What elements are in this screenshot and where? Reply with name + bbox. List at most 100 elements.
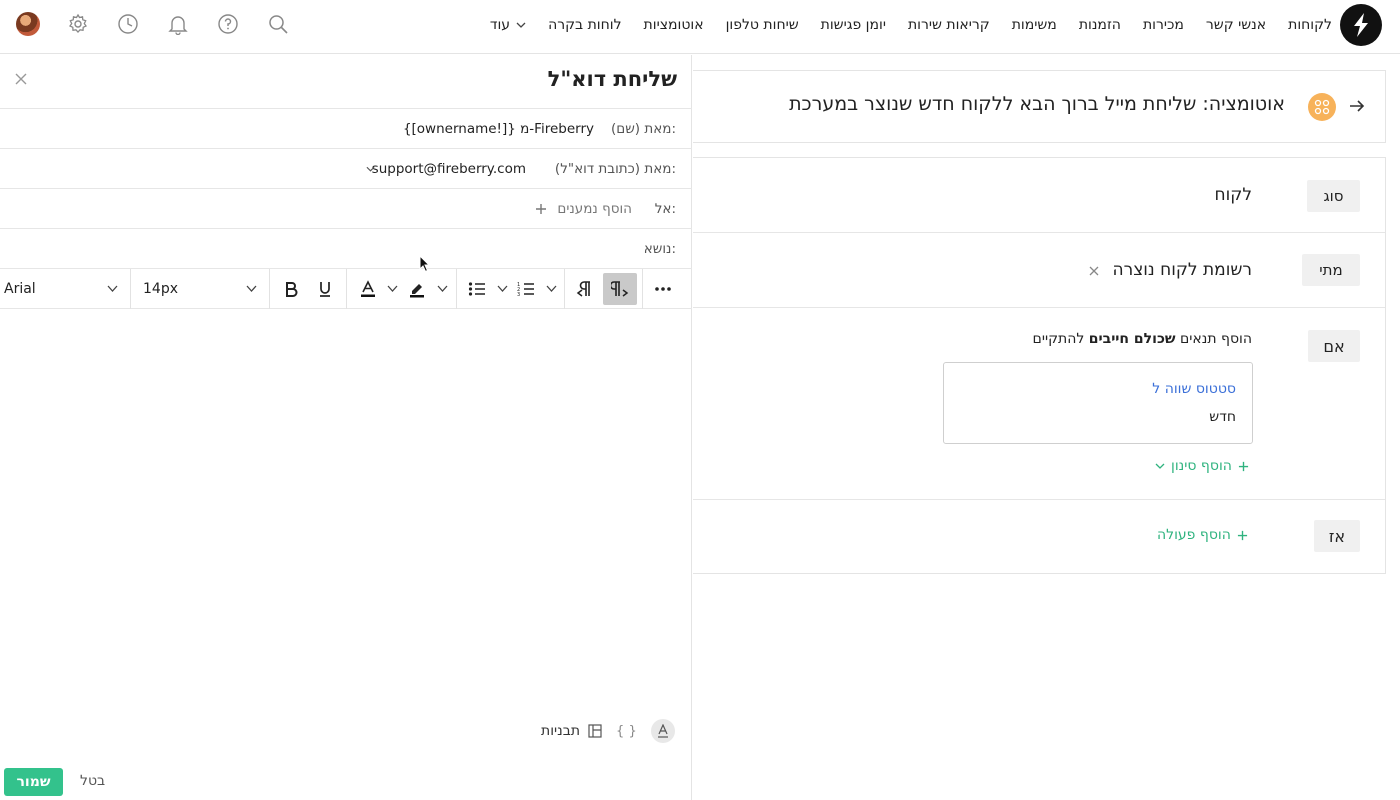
chevron-down-icon: [246, 285, 257, 292]
font-format-icon: [657, 724, 668, 738]
plus-icon: [536, 204, 547, 214]
close-icon[interactable]: [14, 72, 28, 86]
app-root: לקוחות אנשי קשר מכירות הזמנות משימות קרי…: [0, 0, 1400, 800]
email-panel-title: שליחת דוא"ל: [547, 67, 677, 91]
automation-title: אוטומציה: שליחת מייל ברוך הבא ללקוח חדש …: [789, 93, 1285, 115]
nav-item-automations[interactable]: אוטומציות: [644, 17, 704, 33]
bullet-list-button[interactable]: [465, 269, 489, 309]
highlight-color-button[interactable]: [405, 269, 429, 309]
nav-item-phone-calls[interactable]: שיחות טלפון: [726, 17, 799, 33]
chevron-down-icon: [107, 285, 118, 292]
condition-value[interactable]: חדש: [1209, 409, 1236, 425]
lightning-logo-icon: [1354, 13, 1368, 37]
editor-toolbar: Arial 14px 1 2 3: [0, 268, 692, 309]
add-recipients-label: הוסף נמענים: [557, 201, 632, 217]
add-filter-label: הוסף סינון: [1171, 458, 1232, 474]
text-color-dropdown[interactable]: [384, 269, 400, 309]
automation-icon: [1308, 93, 1336, 121]
subject-input[interactable]: [10, 241, 622, 259]
condition-box[interactable]: סטטוס שווה ל חדש: [943, 362, 1253, 444]
font-size-value: 14px: [143, 281, 178, 297]
remove-trigger-icon[interactable]: [1089, 266, 1099, 276]
notifications-button[interactable]: [166, 12, 190, 36]
nav-item-sales[interactable]: מכירות: [1143, 17, 1184, 33]
add-action-button[interactable]: הוסף פעולה: [1157, 527, 1248, 543]
templates-label[interactable]: תבניות: [541, 723, 580, 739]
chevron-down-icon: [516, 22, 526, 28]
add-action-label: הוסף פעולה: [1157, 527, 1231, 543]
nav-item-meetings[interactable]: יומן פגישות: [821, 17, 886, 33]
fireberry-logo[interactable]: [1340, 4, 1382, 46]
history-button[interactable]: [116, 12, 140, 36]
numbered-list-dropdown[interactable]: [543, 269, 559, 309]
chevron-down-icon: [1155, 463, 1165, 469]
font-family-select[interactable]: Arial: [4, 269, 124, 309]
when-badge: מתי: [1302, 254, 1360, 286]
nav-item-accounts[interactable]: לקוחות: [1288, 17, 1332, 33]
type-value[interactable]: לקוח: [1215, 185, 1252, 205]
dynamic-fields-icon[interactable]: { }: [616, 724, 637, 739]
email-body-editor[interactable]: [0, 310, 691, 710]
templates-icon[interactable]: [588, 724, 602, 738]
top-navigation-bar: לקוחות אנשי קשר מכירות הזמנות משימות קרי…: [0, 0, 1400, 54]
from-name-label: מאת (שם):: [611, 121, 676, 137]
avatar[interactable]: [16, 12, 40, 36]
send-email-panel: שליחת דוא"ל מאת (שם): {[ownername!]} מ-F…: [0, 55, 692, 800]
if-row: אם הוסף תנאים שכולם חייבים להתקיים סטטוס…: [693, 308, 1385, 500]
text-format-button[interactable]: [650, 719, 675, 743]
to-label: אל:: [654, 201, 676, 217]
subject-label: נושא:: [643, 241, 676, 257]
from-email-select[interactable]: support@fireberry.com: [372, 161, 526, 177]
mouse-cursor-icon: [419, 255, 431, 273]
automation-header-card: אוטומציה: שליחת מייל ברוך הבא ללקוח חדש …: [693, 70, 1386, 143]
help-button[interactable]: [216, 12, 240, 36]
rtl-direction-button[interactable]: [603, 273, 637, 305]
then-badge: אז: [1314, 520, 1360, 552]
underline-button[interactable]: [313, 269, 337, 309]
save-button[interactable]: שמור: [4, 768, 63, 796]
editor-footer: תבניות { }: [541, 719, 675, 743]
add-filter-button[interactable]: הוסף סינון: [1155, 458, 1249, 474]
underline-icon: [320, 282, 330, 297]
nav-item-orders[interactable]: הזמנות: [1079, 17, 1121, 33]
when-value[interactable]: רשומת לקוח נוצרה: [1113, 260, 1253, 280]
cancel-button[interactable]: בטל: [80, 773, 105, 789]
from-name-field[interactable]: {[ownername!]} מ-Fireberry: [403, 121, 594, 137]
chevron-down-icon[interactable]: [366, 166, 375, 173]
more-options-button[interactable]: [650, 269, 676, 309]
font-size-select[interactable]: 14px: [143, 269, 261, 309]
svg-text:3: 3: [517, 292, 520, 297]
type-badge: סוג: [1307, 180, 1360, 212]
clock-icon: [118, 14, 138, 34]
nav-item-service-calls[interactable]: קריאות שירות: [908, 17, 990, 33]
plus-icon: [1237, 530, 1247, 540]
if-badge: אם: [1308, 330, 1360, 362]
search-button[interactable]: [266, 12, 290, 36]
font-color-icon: [361, 280, 375, 297]
ltr-direction-button[interactable]: [572, 269, 598, 309]
highlighter-icon: [410, 284, 424, 298]
add-recipients-button[interactable]: הוסף נמענים: [535, 201, 632, 217]
text-color-button[interactable]: [356, 269, 380, 309]
plus-icon: [1238, 461, 1248, 471]
nav-item-contacts[interactable]: אנשי קשר: [1206, 17, 1266, 33]
if-text-suffix: להתקיים: [1032, 331, 1085, 347]
help-icon: [218, 14, 238, 34]
automation-panel: אוטומציה: שליחת מייל ברוך הבא ללקוח חדש …: [693, 55, 1400, 800]
numbered-list-button[interactable]: 123: [514, 269, 538, 309]
highlight-color-dropdown[interactable]: [434, 269, 450, 309]
bold-button[interactable]: [279, 269, 303, 309]
if-description: הוסף תנאים שכולם חייבים להתקיים: [1033, 331, 1252, 347]
chevron-down-icon: [387, 285, 397, 292]
nav-more-menu[interactable]: עוד: [490, 17, 526, 33]
nav-item-dashboards[interactable]: לוחות בקרה: [548, 17, 621, 33]
settings-button[interactable]: [66, 12, 90, 36]
from-email-label: מאת (כתובת דוא"ל):: [554, 161, 676, 177]
from-name-row: מאת (שם): {[ownername!]} מ-Fireberry: [0, 108, 692, 148]
arrow-right-icon[interactable]: [1348, 97, 1366, 115]
condition-field[interactable]: סטטוס שווה ל: [1152, 381, 1236, 397]
bullet-list-dropdown[interactable]: [494, 269, 510, 309]
chevron-down-icon: [546, 285, 556, 292]
chevron-down-icon: [497, 285, 507, 292]
nav-item-tasks[interactable]: משימות: [1012, 17, 1057, 33]
